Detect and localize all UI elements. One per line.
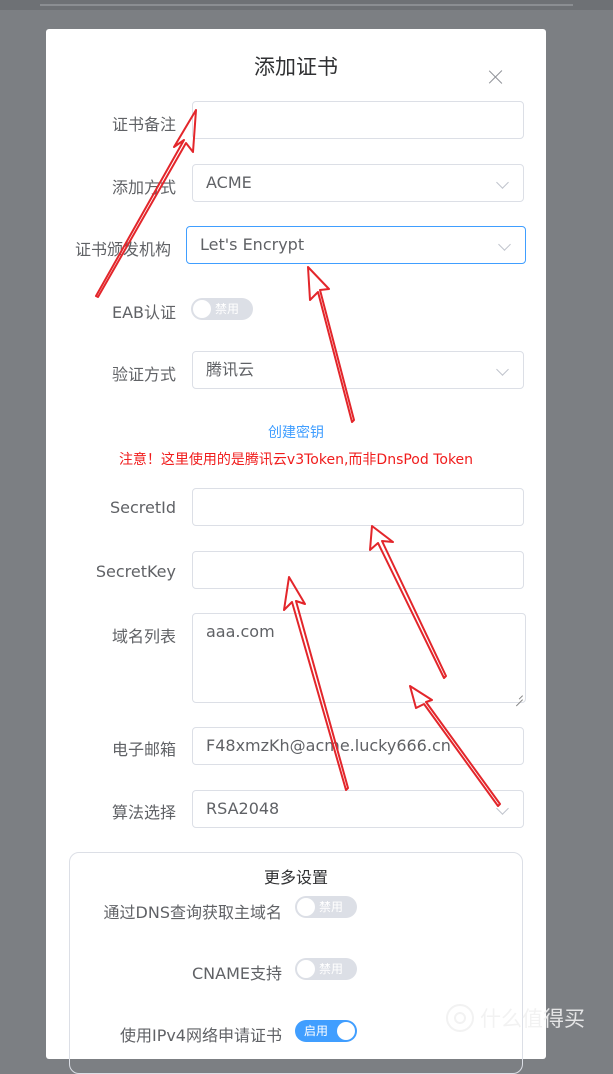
issuer-label: 证书颁发机构 — [74, 240, 171, 259]
add-method-select[interactable]: ACME — [192, 164, 524, 202]
verify-method-value: 腾讯云 — [206, 360, 255, 379]
toggle-knob — [193, 300, 211, 318]
dns-lookup-toggle-text: 禁用 — [319, 900, 344, 914]
email-input[interactable]: F48xmzKh@acme.lucky666.cn — [192, 727, 524, 765]
notice-text: 注意！这里使用的是腾讯云v3Token,而非DnsPod Token — [118, 452, 474, 468]
chevron-down-icon — [498, 238, 511, 251]
watermark: 什么值得买 — [446, 1003, 585, 1033]
verify-method-select[interactable]: 腾讯云 — [192, 351, 524, 389]
close-icon[interactable] — [485, 67, 507, 89]
dialog-title: 添加证书 — [254, 55, 338, 79]
domain-list-label: 域名列表 — [111, 627, 176, 646]
watermark-text: 什么值得买 — [480, 1007, 585, 1031]
dns-lookup-toggle[interactable]: 禁用 — [295, 896, 357, 918]
ipv4-toggle[interactable]: 启用 — [295, 1020, 357, 1042]
more-settings-panel: 更多设置 通过DNS查询获取主域名 禁用 CNAME支持 禁用 使用IPv4网络… — [69, 852, 523, 1074]
issuer-value: Let's Encrypt — [200, 235, 305, 254]
add-method-value: ACME — [206, 173, 252, 192]
secret-key-input[interactable] — [192, 551, 524, 589]
cname-label: CNAME支持 — [191, 964, 282, 983]
chevron-down-icon — [496, 802, 509, 815]
eab-toggle[interactable]: 禁用 — [191, 298, 253, 320]
domain-list-value: aaa.com — [206, 622, 275, 641]
add-certificate-dialog: 添加证书 证书备注 添加方式 ACME 证书颁发机构 Let's Encrypt… — [46, 29, 546, 1074]
chevron-down-icon — [496, 176, 509, 189]
add-method-label: 添加方式 — [111, 178, 176, 197]
issuer-select[interactable]: Let's Encrypt — [186, 226, 526, 264]
toggle-knob — [297, 898, 315, 916]
domain-list-textarea[interactable]: aaa.com — [192, 613, 526, 703]
eab-label: EAB认证 — [111, 303, 176, 322]
email-label: 电子邮箱 — [111, 740, 176, 759]
eab-toggle-text: 禁用 — [215, 302, 240, 316]
toggle-knob — [337, 1022, 355, 1040]
background-top-bar — [0, 0, 613, 10]
algorithm-label: 算法选择 — [111, 803, 176, 822]
secret-key-label: SecretKey — [95, 562, 176, 581]
chevron-down-icon — [496, 363, 509, 376]
zhi-logo-icon — [446, 1004, 474, 1032]
algorithm-select[interactable]: RSA2048 — [192, 790, 524, 828]
dns-lookup-label: 通过DNS查询获取主域名 — [103, 903, 282, 922]
verify-method-label: 验证方式 — [111, 365, 176, 384]
secret-id-label: SecretId — [109, 498, 176, 517]
ipv4-toggle-text: 启用 — [304, 1024, 329, 1038]
ipv4-label: 使用IPv4网络申请证书 — [119, 1026, 282, 1045]
more-settings-title: 更多设置 — [263, 868, 328, 887]
toggle-knob — [297, 960, 315, 978]
resize-handle-icon[interactable] — [515, 692, 523, 700]
algorithm-value: RSA2048 — [206, 799, 280, 818]
create-key-link[interactable]: 创建密钥 — [46, 422, 546, 442]
cert-note-input[interactable] — [192, 101, 524, 139]
cert-note-label: 证书备注 — [111, 115, 176, 134]
cname-toggle[interactable]: 禁用 — [295, 958, 357, 980]
cname-toggle-text: 禁用 — [319, 962, 344, 976]
secret-id-input[interactable] — [192, 488, 524, 526]
